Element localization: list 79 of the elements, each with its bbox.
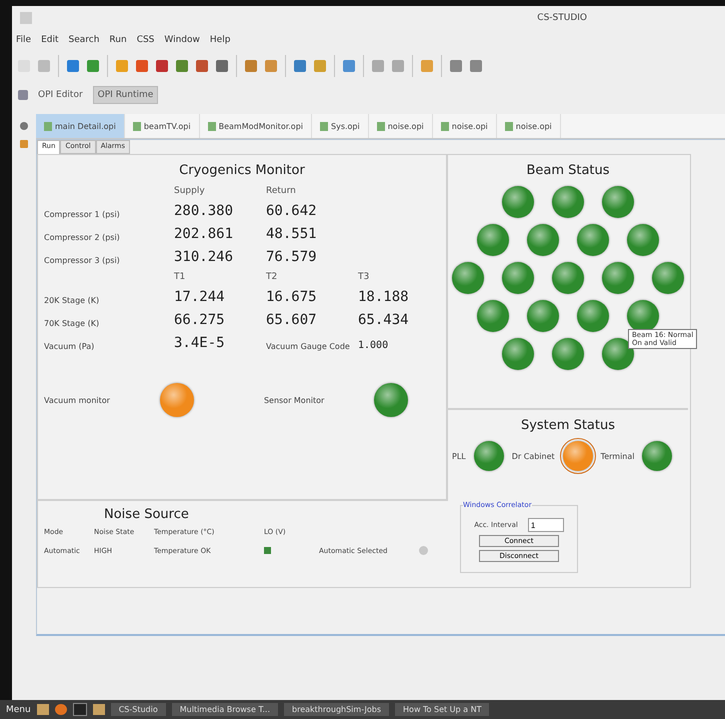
column-header: Supply <box>174 186 206 196</box>
toolbar-square-icon[interactable] <box>343 60 355 72</box>
value-text: 310.246 <box>174 249 234 265</box>
column-header: T1 <box>174 272 186 282</box>
menu-item[interactable]: Search <box>68 35 100 45</box>
toolbar-square-icon[interactable] <box>216 60 228 72</box>
value-text: 48.551 <box>266 226 318 242</box>
toolbar-square-icon[interactable] <box>196 60 208 72</box>
row-label: Vacuum Gauge Code <box>266 342 351 351</box>
menu-item[interactable]: Run <box>109 35 127 45</box>
row-label: Compressor 3 (psi) <box>44 256 121 265</box>
value-text: 18.188 <box>358 289 410 305</box>
indicator-label: PLL <box>452 452 466 460</box>
value-text: 280.380 <box>174 203 234 219</box>
editor-tab[interactable]: BeamModMonitor.opi <box>200 114 312 138</box>
value-text: 16.675 <box>266 289 318 305</box>
panel-title: Beam Status <box>525 163 611 178</box>
toolbar-square-icon[interactable] <box>245 60 257 72</box>
value-text: 202.861 <box>174 226 234 242</box>
perspective-button[interactable]: OPI Editor <box>34 87 87 103</box>
indicator-label: Sensor Monitor <box>264 396 324 404</box>
toolbar-square-icon[interactable] <box>421 60 433 72</box>
indicator-label: Terminal <box>600 452 634 460</box>
menu-item[interactable]: Help <box>210 35 230 45</box>
toolbar-square-icon[interactable] <box>176 60 188 72</box>
taskbar-item[interactable]: breakthroughSim-Jobs <box>284 703 390 716</box>
toolbar-square-icon[interactable] <box>136 60 148 72</box>
editor-tab[interactable]: noise.opi <box>368 114 433 138</box>
value-text: 17.244 <box>174 289 226 305</box>
editor-tab[interactable]: main Detail.opi <box>36 114 125 138</box>
value-text: 3.4E-5 <box>174 335 226 351</box>
toolbar-square-icon[interactable] <box>372 60 384 72</box>
taskbar-item[interactable]: CS-Studio <box>110 703 166 716</box>
toolbar-square-icon[interactable] <box>294 60 306 72</box>
value-text: 65.434 <box>358 312 410 328</box>
toolbar-square-icon[interactable] <box>314 60 326 72</box>
perspective-button[interactable]: OPI Runtime <box>92 86 158 104</box>
editor-tab[interactable]: noise.opi <box>432 114 497 138</box>
toolbar-square-icon[interactable] <box>265 60 277 72</box>
column-header: T2 <box>266 272 278 282</box>
row-label: Compressor 2 (psi) <box>44 233 121 242</box>
panel-title: Cryogenics Monitor <box>178 163 306 178</box>
toolbar-square-icon[interactable] <box>470 60 482 72</box>
menu-item[interactable]: Window <box>164 35 200 45</box>
toolbar-square-icon[interactable] <box>392 60 404 72</box>
start-menu-button[interactable]: Menu <box>6 704 31 714</box>
toolbar-square-icon[interactable] <box>67 60 79 72</box>
toolbar-square-icon[interactable] <box>450 60 462 72</box>
indicator-label: Dr Cabinet <box>512 452 555 460</box>
row-label: Compressor 1 (psi) <box>44 210 121 219</box>
app-icon <box>20 12 32 24</box>
taskbar-item[interactable]: How To Set Up a NT <box>395 703 490 716</box>
value-text: 1.000 <box>358 340 390 351</box>
toolbar-square-icon[interactable] <box>38 60 50 72</box>
menu-item[interactable]: File <box>16 35 32 45</box>
toolbar-square-icon[interactable] <box>156 60 168 72</box>
toolbar-square-icon[interactable] <box>116 60 128 72</box>
menu-item[interactable]: Edit <box>41 35 58 45</box>
indicator-label: Vacuum monitor <box>44 396 110 404</box>
window-title: CS-STUDIO <box>537 13 587 23</box>
editor-tab[interactable]: Sys.opi <box>312 114 369 138</box>
value-text: 60.642 <box>266 203 318 219</box>
row-label: Vacuum (Pa) <box>44 342 96 351</box>
panel-title: System Status <box>520 418 616 433</box>
open-perspective-icon[interactable] <box>18 90 28 100</box>
column-header: T3 <box>358 272 370 282</box>
interval-field[interactable]: 1 <box>528 518 564 532</box>
value-text: 65.607 <box>266 312 318 328</box>
taskbar-item[interactable]: Multimedia Browse T... <box>172 703 278 716</box>
column-header: Return <box>266 186 297 196</box>
menu-item[interactable]: CSS <box>136 35 154 45</box>
editor-tab[interactable]: noise.opi <box>496 114 561 138</box>
row-label: 20K Stage (K) <box>44 296 100 305</box>
toolbar-square-icon[interactable] <box>87 60 99 72</box>
row-label: 70K Stage (K) <box>44 319 100 328</box>
editor-tab[interactable]: beamTV.opi <box>124 114 200 138</box>
value-text: 66.275 <box>174 312 226 328</box>
value-text: 76.579 <box>266 249 318 265</box>
panel-title: Noise Source <box>104 507 190 522</box>
